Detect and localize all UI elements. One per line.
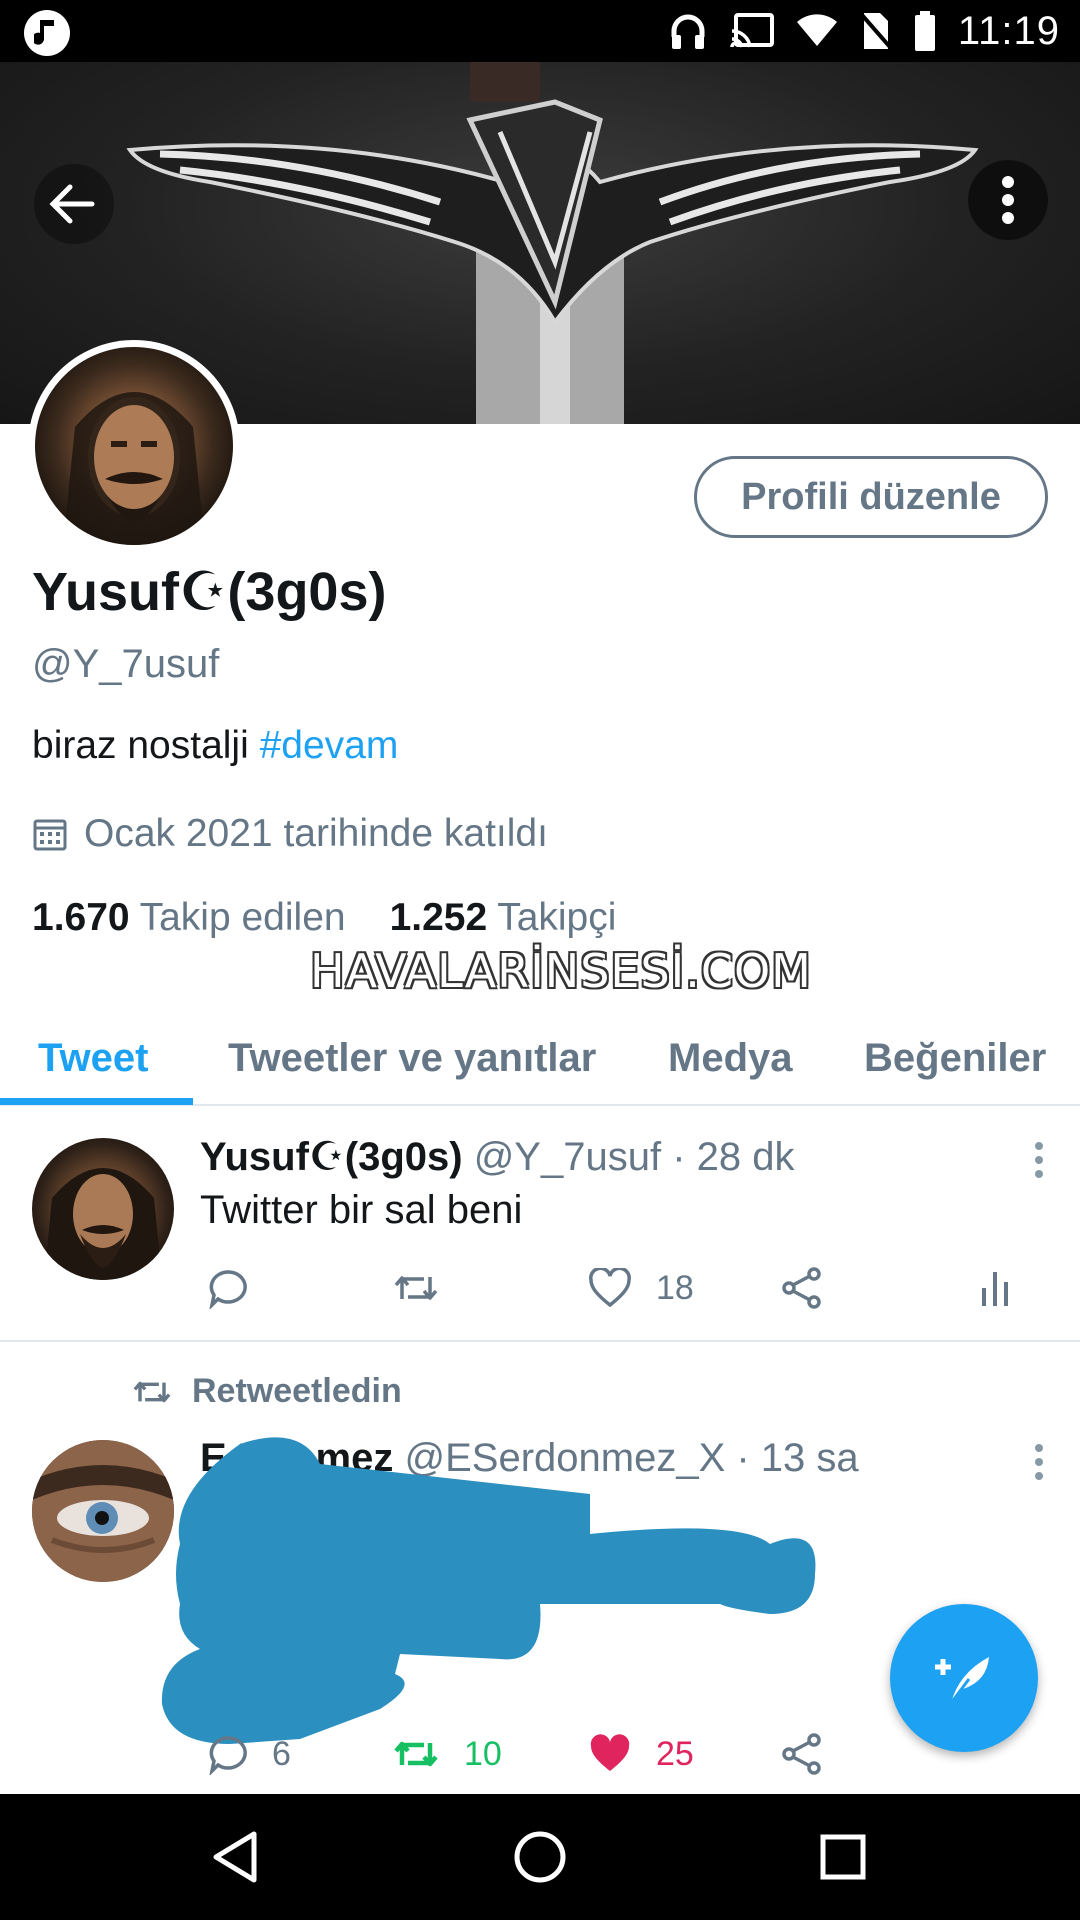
profile-handle: @Y_7usuf [32,642,220,686]
share-button[interactable] [780,1258,824,1318]
retweet-button[interactable]: 10 [392,1724,502,1784]
reply-button[interactable] [206,1258,248,1318]
tweet-author-avatar[interactable] [32,1138,174,1280]
active-tab-indicator [0,1098,193,1105]
bio-text: biraz nostalji [32,724,260,767]
reply-icon [209,1736,247,1775]
more-vertical-icon [1002,176,1014,224]
tweet-actions: 18 [200,1258,1020,1318]
compose-feather-icon [935,1657,989,1704]
tab-likes[interactable]: Beğeniler [864,1010,1046,1106]
tweet[interactable]: Yusuf☪(3g0s) @Y_7usuf · 28 dk Twitter bi… [0,1106,1080,1342]
nav-back-icon [213,1831,257,1883]
following-label: Takip edilen [139,896,346,939]
nav-home-button[interactable] [505,1822,575,1892]
watermark: HAVALARİNSESİ.COM [310,944,812,998]
joined-text: Ocak 2021 tarihinde katıldı [84,812,548,855]
edit-profile-button[interactable]: Profili düzenle [694,456,1048,538]
profile-stats: 1.670 Takip edilen 1.252 Takipçi [32,896,616,940]
more-options-button[interactable] [968,160,1048,240]
analytics-icon [982,1272,1008,1306]
nav-recents-button[interactable] [808,1822,878,1892]
battery-icon [914,11,935,51]
back-button[interactable] [34,164,114,244]
tab-tweets-and-replies[interactable]: Tweetler ve yanıtlar [228,1010,596,1106]
followers-count: 1.252 [389,896,488,939]
reply-icon [209,1270,247,1309]
heart-filled-icon [590,1734,630,1771]
profile-avatar[interactable] [28,340,240,552]
reply-count: 6 [272,1734,291,1773]
calendar-icon [33,819,67,851]
joined-date: Ocak 2021 tarihinde katıldı [32,812,548,856]
profile-display-name: Yusuf☪(3g0s) [32,562,387,622]
like-button[interactable]: 25 [588,1724,694,1784]
tweet-more-icon[interactable] [1032,1140,1046,1180]
like-count: 18 [656,1268,694,1307]
tab-media[interactable]: Medya [668,1010,793,1106]
retweet-count: 10 [464,1734,502,1773]
share-button[interactable] [780,1724,824,1784]
tweet-header: Yusuf☪(3g0s) @Y_7usuf · 28 dk [200,1134,795,1180]
status-time: 11:19 [957,8,1060,53]
analytics-button[interactable] [980,1258,1010,1318]
cast-icon [730,13,774,48]
no-sim-icon [860,13,892,49]
status-bar: 11:19 [0,0,1080,62]
tab-tweets[interactable]: Tweet [38,1010,148,1106]
heart-icon [589,1268,631,1308]
tweet-author-name[interactable]: Yusuf☪(3g0s) [200,1135,463,1179]
tweet-author-handle: @Y_7usuf [473,1135,662,1179]
like-button[interactable]: 18 [588,1258,694,1318]
reply-button[interactable]: 6 [206,1724,291,1784]
retweet-icon [394,1741,438,1767]
headphones-icon [671,14,705,49]
profile-tabs: Tweet Tweetler ve yanıtlar Medya Beğenil… [0,1010,1080,1106]
tweet-time: · 28 dk [672,1135,795,1179]
followers-stat[interactable]: 1.252 Takipçi [390,896,617,940]
system-nav-bar [0,1794,1080,1920]
profile-bio: biraz nostalji #devam [32,724,398,768]
retweet-icon [394,1276,438,1300]
nav-home-icon [514,1831,566,1883]
music-app-icon [24,10,70,56]
bio-hashtag-link[interactable]: #devam [260,724,399,767]
following-stat[interactable]: 1.670 Takip edilen [32,896,346,940]
compose-tweet-button[interactable] [890,1604,1038,1752]
nav-back-button[interactable] [202,1822,272,1892]
following-count: 1.670 [32,896,130,939]
retweet-button[interactable] [392,1258,440,1318]
nav-recents-icon [820,1834,866,1880]
wifi-icon [796,14,837,46]
back-arrow-icon [49,184,95,224]
tweet-actions: 6 10 25 [200,1724,1020,1784]
share-icon [782,1267,821,1309]
like-count: 25 [656,1734,694,1773]
tweet-text: Twitter bir sal beni [200,1188,523,1232]
share-icon [782,1733,821,1775]
followers-label: Takipçi [497,896,617,939]
